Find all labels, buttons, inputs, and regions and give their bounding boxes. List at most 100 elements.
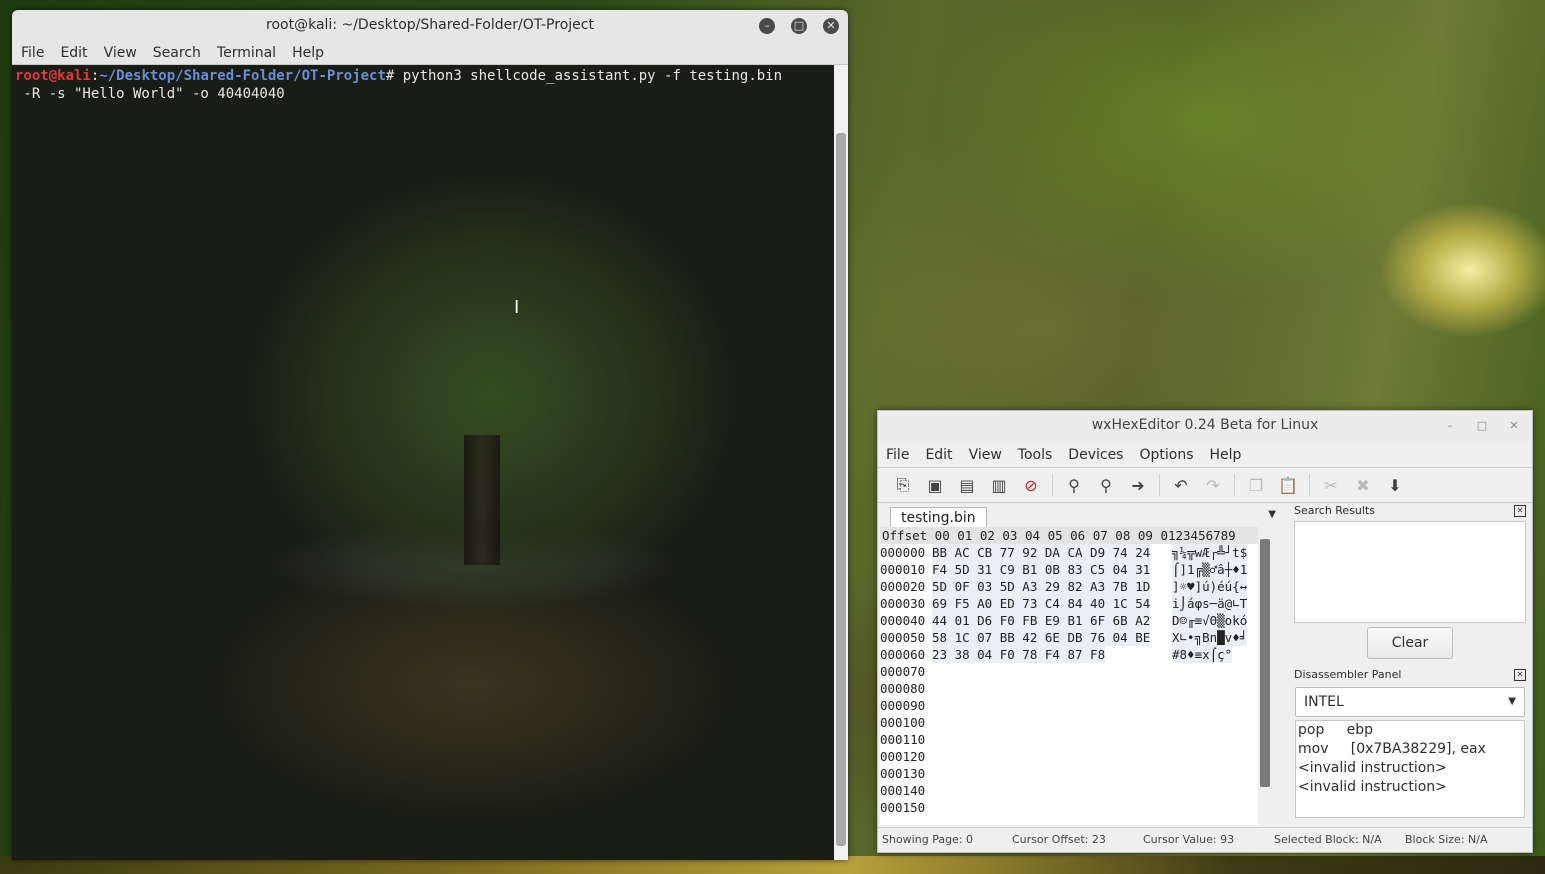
tab-testing-bin[interactable]: testing.bin	[890, 507, 987, 528]
side-panels: Search Results ✕ Clear Disassembler Pane…	[1291, 503, 1529, 827]
close-icon[interactable]: ✕	[823, 18, 839, 34]
menu-view[interactable]: View	[969, 447, 1002, 463]
row-offset: 000040	[880, 613, 926, 628]
menu-terminal[interactable]: Terminal	[217, 45, 276, 61]
row-hex-bytes[interactable]: BB AC CB 77 92 DA CA D9 74 24	[932, 544, 1151, 561]
toolbar-separator	[1052, 474, 1053, 496]
row-ascii[interactable]: ⌠]1╔▒♂â┼♦1	[1172, 561, 1248, 578]
hex-row[interactable]: 000040 44 01 D6 F0 FB E9 B1 6F 6B A2 D☺╓≡√…	[880, 612, 1258, 629]
hex-scrollbar[interactable]	[1258, 527, 1272, 825]
row-hex-bytes[interactable]: F4 5D 31 C9 B1 0B 83 C5 04 31	[932, 561, 1151, 578]
menu-view[interactable]: View	[104, 45, 137, 61]
menu-search[interactable]: Search	[153, 45, 201, 61]
open-file-icon[interactable]: ▣	[924, 474, 946, 496]
row-hex-bytes[interactable]: 23 38 04 F0 78 F4 87 F8	[932, 646, 1106, 663]
find-icon[interactable]: ⚲	[1063, 474, 1085, 496]
menu-edit[interactable]: Edit	[60, 45, 87, 61]
hex-row[interactable]: 000110	[880, 731, 1258, 748]
menu-file[interactable]: File	[21, 45, 44, 61]
insert-icon[interactable]: ⬇	[1384, 474, 1406, 496]
row-ascii[interactable]: D☺╓≡√Θ▒okó	[1172, 612, 1248, 629]
close-panel-icon[interactable]: ✕	[1514, 669, 1526, 681]
maximize-icon[interactable]: □	[791, 18, 807, 34]
new-file-icon[interactable]: ⎘	[892, 474, 914, 496]
copy-icon[interactable]: ❐	[1245, 474, 1267, 496]
row-hex-bytes[interactable]: 58 1C 07 BB 42 6E DB 76 04 BE	[932, 629, 1151, 646]
row-ascii[interactable]: ]☼♥]ú)éú{↔	[1172, 578, 1248, 595]
search-results-list[interactable]	[1294, 521, 1526, 623]
row-offset: 000090	[880, 698, 926, 713]
delete-icon[interactable]: ✖	[1352, 474, 1374, 496]
hex-row[interactable]: 000100	[880, 714, 1258, 731]
disassembly-output[interactable]: pop ebp mov [0x7BA38229], eax <invalid i…	[1295, 720, 1525, 818]
menu-options[interactable]: Options	[1139, 447, 1193, 463]
row-offset: 000130	[880, 766, 926, 781]
hex-row[interactable]: 000150	[880, 799, 1258, 816]
hexeditor-toolbar: ⎘ ▣ ▤ ▥ ⊘ ⚲ ⚲ ➜ ↶ ↷ ❐ 📋 ✂ ✖ ⬇	[878, 467, 1532, 503]
hex-scroll-thumb[interactable]	[1260, 539, 1270, 787]
status-bar: Showing Page: 0 Cursor Offset: 23 Cursor…	[878, 827, 1532, 852]
status-cursor-offset: Cursor Offset: 23	[1012, 833, 1106, 846]
terminal-scroll-thumb[interactable]	[836, 133, 846, 846]
hex-row[interactable]: 000120	[880, 748, 1258, 765]
row-ascii[interactable]: ╗¼╦wÆ┌╩┘t$	[1172, 544, 1248, 561]
hex-row[interactable]: 000080	[880, 680, 1258, 697]
save-file-icon[interactable]: ▤	[956, 474, 978, 496]
clear-button[interactable]: Clear	[1367, 627, 1453, 659]
row-ascii[interactable]: X∟•╗Bn█v♦╛	[1172, 629, 1248, 646]
minimize-icon[interactable]: –	[1443, 419, 1457, 433]
row-offset: 000010	[880, 562, 926, 577]
terminal-output[interactable]: root@kali:~/Desktop/Shared-Folder/OT-Pro…	[12, 65, 834, 860]
hex-grid[interactable]: Offset 00 01 02 03 04 05 06 07 08 09 012…	[880, 527, 1258, 825]
goto-offset-icon[interactable]: ➜	[1127, 474, 1149, 496]
toolbar-separator	[1234, 474, 1235, 496]
command-text: python3 shellcode_assistant.py -f testin…	[394, 68, 783, 84]
row-ascii[interactable]: #8♦≡x⌠ç°	[1172, 646, 1233, 663]
hex-row[interactable]: 000000 BB AC CB 77 92 DA CA D9 74 24 ╗¼╦wÆ…	[880, 544, 1258, 561]
hex-row[interactable]: 000050 58 1C 07 BB 42 6E DB 76 04 BE X∟•╗B…	[880, 629, 1258, 646]
row-hex-bytes[interactable]: 69 F5 A0 ED 73 C4 84 40 1C 54	[932, 595, 1151, 612]
hex-row[interactable]: 000030 69 F5 A0 ED 73 C4 84 40 1C 54 i⌡áφs…	[880, 595, 1258, 612]
hex-row[interactable]: 000060 23 38 04 F0 78 F4 87 F8 #8♦≡x⌠ç°	[880, 646, 1258, 663]
terminal-scrollbar[interactable]	[834, 65, 848, 860]
hexeditor-titlebar[interactable]: wxHexEditor 0.24 Beta for Linux – □ ✕	[878, 411, 1532, 443]
hex-row[interactable]: 000070	[880, 663, 1258, 680]
hex-row[interactable]: 000020 5D 0F 03 5D A3 29 82 A3 7B 1D]☼♥]ú…	[880, 578, 1258, 595]
row-ascii[interactable]: i⌡áφs─ä@∟T	[1172, 595, 1248, 612]
hex-row[interactable]: 000010 F4 5D 31 C9 B1 0B 83 C5 04 31 ⌠]1╔▒…	[880, 561, 1258, 578]
row-offset: 000050	[880, 630, 926, 645]
tab-dropdown-icon[interactable]: ▼	[1268, 509, 1276, 520]
close-file-icon[interactable]: ⊘	[1020, 474, 1042, 496]
row-offset: 000080	[880, 681, 926, 696]
disassembler-title: Disassembler Panel	[1294, 668, 1402, 681]
close-icon[interactable]: ✕	[1507, 419, 1521, 433]
close-panel-icon[interactable]: ✕	[1514, 505, 1526, 517]
find-replace-icon[interactable]: ⚲	[1095, 474, 1117, 496]
row-hex-bytes[interactable]: 5D 0F 03 5D A3 29 82 A3 7B 1D	[932, 578, 1151, 595]
disasm-line: <invalid instruction>	[1298, 779, 1447, 795]
hex-row[interactable]: 000090	[880, 697, 1258, 714]
row-hex-bytes[interactable]: 44 01 D6 F0 FB E9 B1 6F 6B A2	[932, 612, 1151, 629]
prompt-path: ~/Desktop/Shared-Folder/OT-Project	[99, 68, 386, 84]
arch-select[interactable]: INTEL ▼	[1295, 687, 1525, 717]
menu-help[interactable]: Help	[292, 45, 324, 61]
hex-grid-header: Offset 00 01 02 03 04 05 06 07 08 09 012…	[880, 527, 1258, 544]
minimize-icon[interactable]: –	[759, 18, 775, 34]
paste-icon[interactable]: 📋	[1277, 474, 1299, 496]
save-as-icon[interactable]: ▥	[988, 474, 1010, 496]
hex-row[interactable]: 000140	[880, 782, 1258, 799]
undo-icon[interactable]: ↶	[1170, 474, 1192, 496]
menu-tools[interactable]: Tools	[1018, 447, 1053, 463]
cut-icon[interactable]: ✂	[1320, 474, 1342, 496]
row-offset: 000060	[880, 647, 926, 662]
hex-row[interactable]: 000130	[880, 765, 1258, 782]
terminal-titlebar[interactable]: root@kali: ~/Desktop/Shared-Folder/OT-Pr…	[12, 10, 848, 42]
menu-help[interactable]: Help	[1210, 447, 1242, 463]
search-results-header: Search Results ✕	[1291, 503, 1529, 519]
menu-file[interactable]: File	[886, 447, 909, 463]
redo-icon[interactable]: ↷	[1202, 474, 1224, 496]
maximize-icon[interactable]: □	[1475, 419, 1489, 433]
menu-edit[interactable]: Edit	[925, 447, 952, 463]
hex-view-pane: testing.bin ▼ Offset 00 01 02 03 04 05 0…	[878, 503, 1286, 827]
menu-devices[interactable]: Devices	[1068, 447, 1123, 463]
